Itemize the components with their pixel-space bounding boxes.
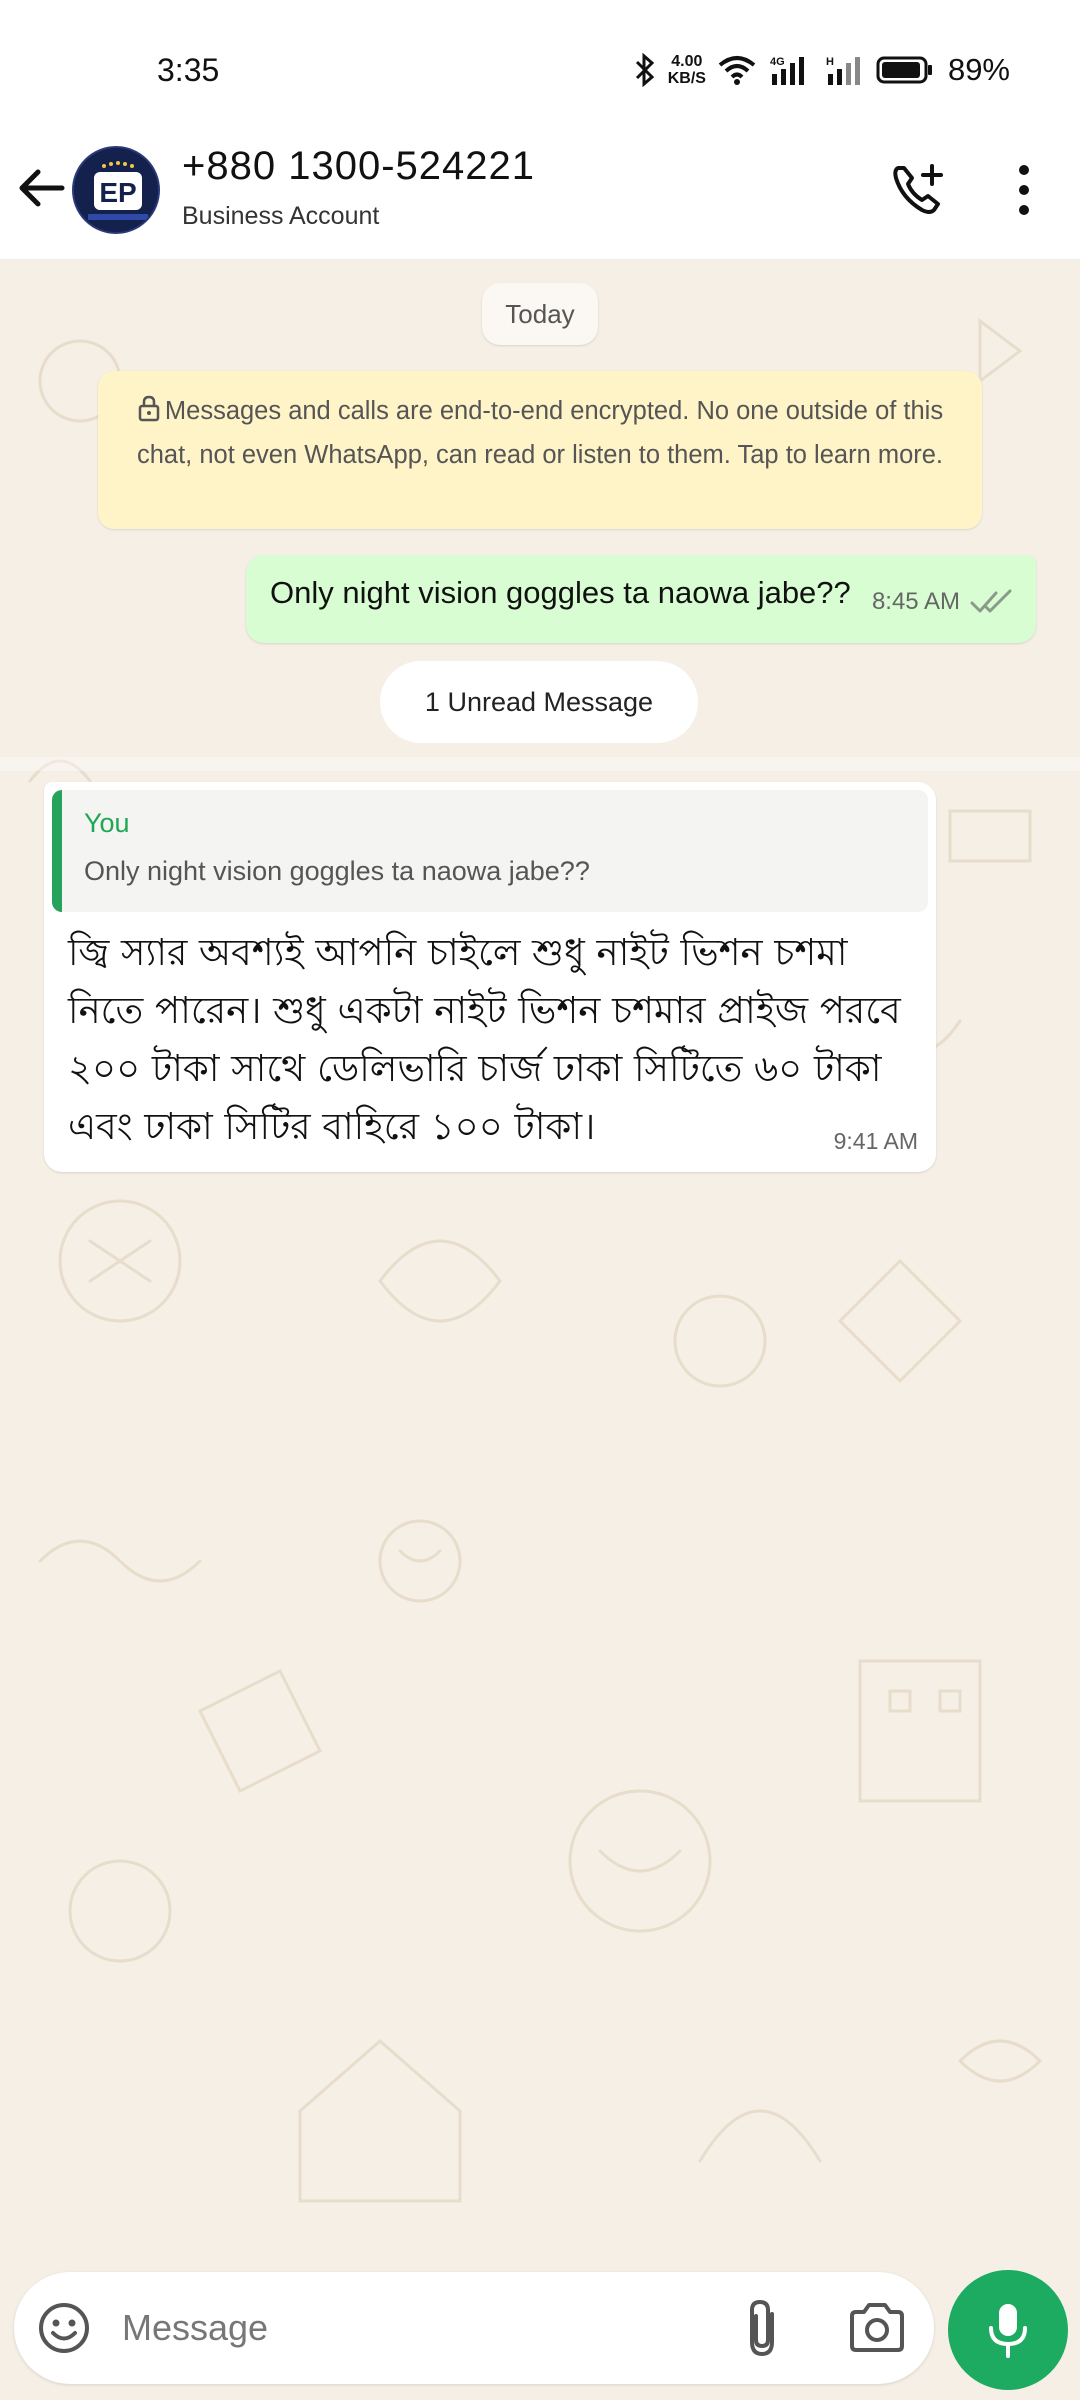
microphone-button[interactable]: [948, 2270, 1068, 2390]
quote-author: You: [84, 808, 130, 838]
network-speed: 4.00 KB/S: [667, 53, 706, 87]
emoji-icon[interactable]: [36, 2300, 92, 2356]
outgoing-message[interactable]: Only night vision goggles ta naowa jabe?…: [246, 555, 1036, 643]
chat-area[interactable]: Today Messages and calls are end-to-end …: [0, 261, 1080, 2400]
date-chip: Today: [482, 283, 598, 345]
status-time: 3:35: [157, 52, 220, 88]
battery-icon: [876, 56, 932, 84]
contact-name[interactable]: +880 1300-524221: [182, 144, 535, 189]
message-time: 9:41 AM: [833, 1128, 918, 1154]
incoming-message[interactable]: You Only night vision goggles ta naowa j…: [44, 782, 936, 1172]
encryption-notice-text: Messages and calls are end-to-end encryp…: [136, 397, 944, 469]
signal-4g-icon: 4G: [770, 56, 804, 85]
microphone-icon: [989, 2304, 1027, 2358]
contact-logo: EP: [74, 148, 158, 232]
bluetooth-icon: [635, 53, 654, 87]
signal-h-icon: H: [826, 56, 860, 85]
camera-icon[interactable]: [846, 2298, 908, 2358]
lock-icon: [138, 395, 160, 422]
quote-accent-bar: [52, 790, 62, 912]
quote-text: Only night vision goggles ta naowa jabe?…: [84, 856, 590, 886]
message-composer: [14, 2272, 934, 2384]
unread-divider: [0, 757, 1080, 771]
status-bar: 3:35 4.00 KB/S 4G H 89%: [0, 0, 1080, 130]
status-icons: 4.00 KB/S 4G H 89%: [634, 52, 1010, 88]
svg-text:EP: EP: [99, 177, 136, 208]
quoted-reply[interactable]: You Only night vision goggles ta naowa j…: [52, 790, 928, 912]
encryption-notice[interactable]: Messages and calls are end-to-end encryp…: [98, 371, 982, 529]
message-text: জ্বি স্যার অবশ্যই আপনি চাইলে শুধু নাইট ভ…: [68, 931, 901, 1148]
back-arrow-icon[interactable]: [14, 160, 70, 216]
contact-subtitle[interactable]: Business Account: [182, 202, 379, 231]
more-options-icon[interactable]: [1004, 160, 1044, 220]
message-text: Only night vision goggles ta naowa jabe?…: [270, 575, 851, 610]
attach-icon[interactable]: [736, 2296, 792, 2360]
unread-messages-chip: 1 Unread Message: [380, 661, 698, 743]
message-time: 8:45 AM: [871, 588, 960, 615]
svg-text:H: H: [826, 56, 834, 68]
message-meta: 8:45 AM: [872, 588, 1014, 616]
message-input[interactable]: [120, 2302, 680, 2354]
wifi-icon: [718, 56, 756, 85]
double-check-icon: [970, 589, 1012, 613]
add-call-icon[interactable]: [888, 160, 948, 220]
chat-header: EP +880 1300-524221 Business Account: [0, 130, 1080, 260]
avatar[interactable]: EP: [72, 146, 160, 234]
battery-percent: 89%: [947, 52, 1010, 87]
svg-text:4G: 4G: [770, 56, 785, 68]
